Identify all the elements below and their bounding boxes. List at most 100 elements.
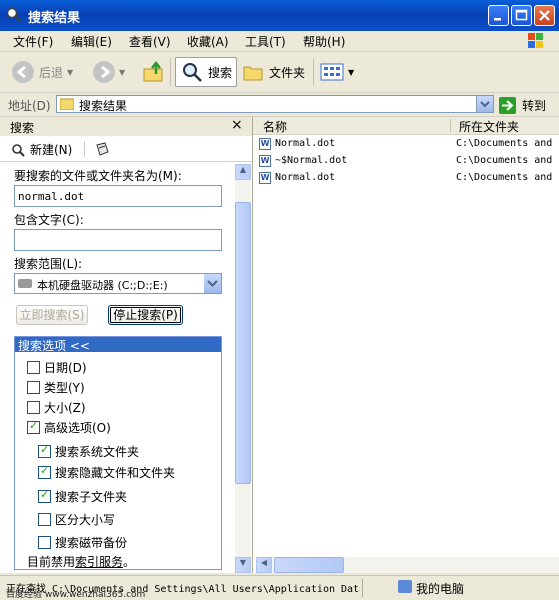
word-template-icon: W — [259, 172, 271, 184]
checkmark-icon: ✓ — [29, 419, 39, 432]
scope-select[interactable]: 本机硬盘驱动器 (C:;D:;E:) — [14, 273, 222, 294]
filename-label: 要搜索的文件或文件夹名为(M): — [14, 169, 182, 183]
system-folders-checkbox[interactable]: ✓ — [38, 443, 51, 458]
new-search-button[interactable]: 新建(N) — [10, 141, 72, 158]
filename-input[interactable]: normal.dot — [14, 185, 222, 207]
scope-value: 本机硬盘驱动器 (C:;D:;E:) — [37, 279, 168, 292]
advanced-options-checkbox[interactable]: ✓ — [27, 419, 40, 434]
column-name[interactable]: 名称 — [263, 118, 287, 135]
go-arrow-icon[interactable] — [499, 97, 516, 114]
close-window-button[interactable] — [534, 5, 555, 26]
checkmark-icon: ✓ — [40, 488, 50, 501]
result-name: ~$Normal.dot — [275, 155, 348, 166]
result-row[interactable]: W Normal.dot C:\Documents and — [253, 170, 559, 187]
subfolders-checkbox[interactable]: ✓ — [38, 488, 51, 503]
views-button[interactable]: ▼ — [320, 58, 354, 86]
menu-favorites[interactable]: 收藏(A) — [187, 33, 229, 50]
menu-help[interactable]: 帮助(H) — [303, 33, 345, 50]
column-folder[interactable]: 所在文件夹 — [459, 118, 519, 135]
title-bar[interactable]: 搜索结果 — [0, 0, 559, 31]
address-field[interactable]: 搜索结果 — [56, 95, 494, 113]
scope-dropdown-button[interactable] — [204, 274, 221, 293]
folder-icon — [243, 66, 263, 81]
search-window-icon — [6, 7, 21, 22]
search-options-panel: 搜索选项 << 日期(D) 类型(Y) 大小(Z) ✓ 高级选项(O) ✓ 搜索… — [14, 336, 222, 570]
windows-logo-icon — [528, 33, 543, 48]
hard-drive-icon — [18, 279, 32, 288]
index-service-link[interactable]: 索引服务 — [75, 555, 123, 569]
result-folder: C:\Documents and — [456, 138, 553, 149]
hidden-files-label: 搜索隐藏文件和文件夹 — [55, 466, 176, 480]
forward-arrow-icon — [93, 61, 115, 83]
address-label: 地址(D) — [8, 99, 51, 113]
date-option-label: 日期(D) — [44, 361, 87, 375]
date-checkbox[interactable] — [27, 361, 40, 374]
checkmark-icon: ✓ — [40, 443, 50, 456]
up-folder-icon — [143, 60, 163, 82]
status-zone: 我的电脑 — [416, 582, 465, 596]
hidden-files-checkbox[interactable]: ✓ — [38, 464, 51, 479]
new-search-label: 新建(N) — [30, 143, 73, 157]
results-pane: 名称 所在文件夹 W Normal.dot C:\Documents and W… — [253, 117, 559, 573]
address-dropdown-button[interactable] — [476, 96, 493, 112]
index-service-note: 目前禁用索引服务。 — [27, 553, 135, 570]
search-results-folder-icon — [60, 98, 74, 110]
search-options-header[interactable]: 搜索选项 << — [15, 337, 221, 353]
window-title: 搜索结果 — [28, 11, 81, 26]
views-icon — [320, 63, 344, 81]
menu-file[interactable]: 文件(F) — [13, 33, 53, 50]
search-pane: 搜索 × 新建(N) 要搜索的文件或文件夹名为(M): normal.dot 包… — [0, 117, 253, 573]
result-name: Normal.dot — [275, 172, 336, 183]
result-row[interactable]: W ~$Normal.dot C:\Documents and — [253, 153, 559, 170]
maximize-button[interactable] — [511, 5, 532, 26]
tape-backup-label: 搜索磁带备份 — [55, 536, 128, 550]
index-note-prefix: 目前禁用 — [27, 555, 76, 569]
result-row[interactable]: W Normal.dot C:\Documents and — [253, 136, 559, 153]
scroll-up-icon[interactable]: ▲ — [235, 164, 251, 180]
back-dropdown-icon[interactable]: ▼ — [67, 68, 73, 77]
content-label: 包含文字(C): — [14, 213, 84, 227]
search-label: 搜索 — [208, 65, 233, 80]
content-input[interactable] — [14, 229, 222, 251]
search-pane-header: 搜索 × — [0, 117, 252, 136]
case-sensitive-checkbox[interactable] — [38, 513, 51, 526]
search-pane-scrollbar[interactable]: ▲ ▼ — [235, 164, 251, 573]
menu-bar: 文件(F) 编辑(E) 查看(V) 收藏(A) 工具(T) 帮助(H) — [0, 31, 559, 52]
forward-button[interactable]: ▼ — [93, 58, 125, 86]
search-button[interactable]: 搜索 — [175, 57, 238, 87]
word-template-icon: W — [259, 138, 271, 150]
go-button-label[interactable]: 转到 — [522, 97, 546, 114]
type-checkbox[interactable] — [27, 381, 40, 394]
scope-label: 搜索范围(L): — [14, 257, 83, 271]
size-checkbox[interactable] — [27, 401, 40, 414]
menu-tools[interactable]: 工具(T) — [245, 33, 286, 50]
folders-label: 文件夹 — [269, 65, 306, 80]
address-value: 搜索结果 — [79, 99, 128, 113]
menu-view[interactable]: 查看(V) — [129, 33, 171, 50]
stop-search-button[interactable]: 停止搜索(P) — [108, 305, 183, 325]
search-now-button[interactable]: 立即搜索(S) — [16, 305, 88, 325]
size-option-label: 大小(Z) — [44, 401, 86, 415]
system-folders-label: 搜索系统文件夹 — [55, 445, 140, 459]
folders-button[interactable]: 文件夹 — [242, 58, 305, 86]
results-column-header: 名称 所在文件夹 — [253, 117, 559, 135]
search-pane-title: 搜索 — [10, 121, 35, 135]
bookmark-icon[interactable] — [94, 141, 110, 157]
up-folder-button[interactable] — [142, 58, 166, 86]
back-arrow-icon — [12, 61, 34, 83]
results-horizontal-scrollbar[interactable]: ◀ — [256, 557, 559, 573]
result-folder: C:\Documents and — [456, 155, 553, 166]
forward-dropdown-icon[interactable]: ▼ — [119, 68, 125, 77]
menu-edit[interactable]: 编辑(E) — [71, 33, 112, 50]
close-pane-icon[interactable]: × — [231, 117, 243, 133]
minimize-button[interactable] — [488, 5, 509, 26]
horizontal-scroll-thumb[interactable] — [274, 557, 344, 573]
scroll-down-icon[interactable]: ▼ — [235, 557, 251, 573]
scroll-thumb[interactable] — [235, 202, 251, 484]
tape-backup-checkbox[interactable] — [38, 536, 51, 549]
advanced-option-label: 高级选项(O) — [44, 421, 111, 435]
back-button[interactable]: 后退 ▼ — [12, 58, 73, 86]
search-pane-toolbar: 新建(N) — [0, 137, 252, 162]
views-dropdown-icon: ▼ — [348, 67, 355, 77]
scroll-left-icon[interactable]: ◀ — [256, 557, 272, 573]
